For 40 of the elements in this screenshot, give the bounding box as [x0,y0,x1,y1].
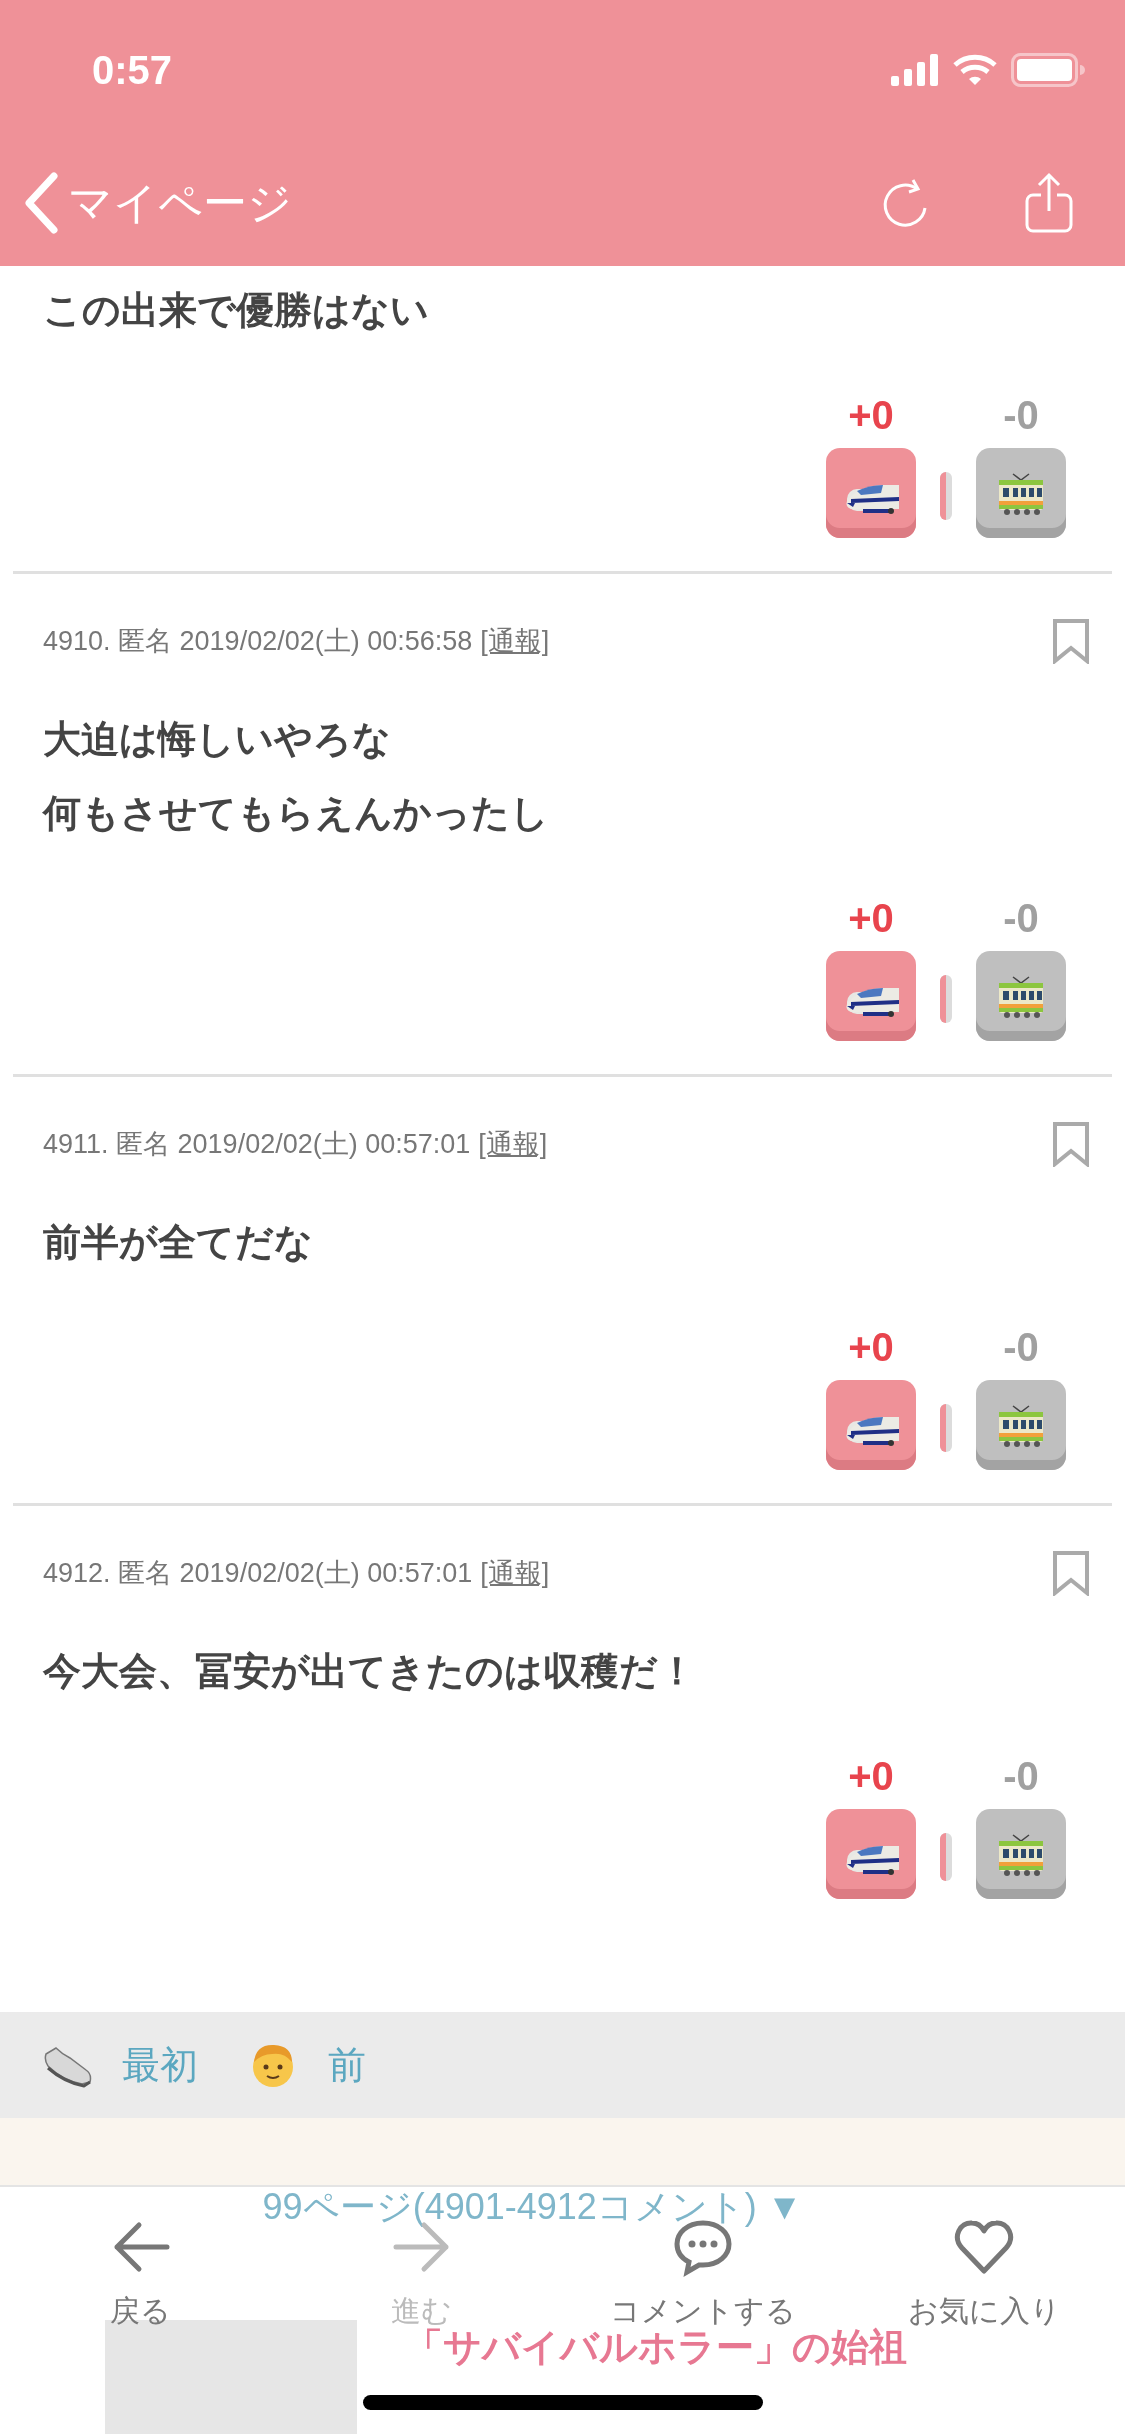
downvote-button[interactable] [976,951,1066,1041]
comment-text: 前半が全てだな [43,1220,314,1265]
vote-ratio-icon [940,1833,952,1881]
minus-count: -0 [1003,1324,1039,1371]
pager-link[interactable]: 前 [328,2039,366,2091]
downvote-button[interactable] [976,1380,1066,1470]
battery-icon [1011,53,1085,87]
upvote-button[interactable] [826,1380,916,1470]
report-link[interactable]: [通報] [480,623,550,659]
signal-icon [891,54,939,86]
downvote-button[interactable] [976,1809,1066,1899]
vote-ratio-icon [940,472,952,520]
downvote-button[interactable] [976,448,1066,538]
vote-ratio-icon [940,975,952,1023]
comment-text: この出来で優勝はない [43,288,430,333]
minus-count: -0 [1003,392,1039,439]
upvote-button[interactable] [826,951,916,1041]
upvote-button[interactable] [826,448,916,538]
plus-count: +0 [848,392,894,439]
minus-count: -0 [1003,895,1039,942]
status-time: 0:57 [92,47,173,93]
heart-icon [954,2217,1015,2277]
comment-meta: 4911. 匿名 2019/02/02(土) 00:57:01 [43,1128,471,1161]
pager-link[interactable]: 最初 [122,2039,198,2091]
comment-meta: 4912. 匿名 2019/02/02(土) 00:57:01 [43,1557,473,1590]
plus-count: +0 [848,1324,894,1371]
comment-text: 大迫は悔しいやろな 何もさせてもらえんかったし [43,717,550,836]
vote-ratio-icon [940,1404,952,1452]
plus-count: +0 [848,895,894,942]
back-button[interactable]: マイページ [24,172,292,234]
report-link[interactable]: [通報] [478,1126,548,1162]
comment-text: 今大会、冨安が出てきたのは収穫だ！ [43,1649,697,1694]
chevron-left-icon [24,172,58,234]
plus-count: +0 [848,1753,894,1800]
wifi-icon [953,54,997,86]
comment-meta: 4910. 匿名 2019/02/02(土) 00:56:58 [43,625,473,658]
report-link[interactable]: [通報] [480,1555,550,1591]
share-icon [1023,171,1075,235]
upvote-button[interactable] [826,1809,916,1899]
minus-count: -0 [1003,1753,1039,1800]
